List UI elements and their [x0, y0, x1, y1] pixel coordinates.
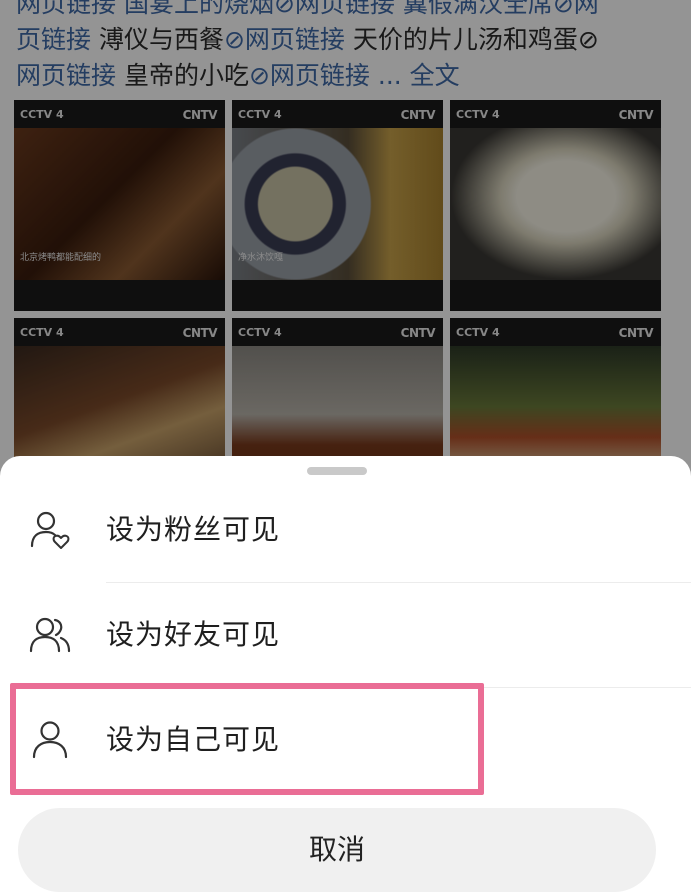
visibility-bottom-sheet: 设为粉丝可见 设为好友可见 设为自己可见 取消 — [0, 456, 691, 892]
option-fans-visible[interactable]: 设为粉丝可见 — [0, 478, 691, 582]
users-icon — [29, 617, 71, 653]
option-label: 设为粉丝可见 — [106, 513, 281, 546]
cancel-button[interactable]: 取消 — [18, 808, 656, 892]
user-heart-icon — [30, 511, 70, 549]
option-friends-visible[interactable]: 设为好友可见 — [0, 583, 691, 687]
sheet-drag-handle[interactable] — [307, 467, 367, 475]
option-label: 设为好友可见 — [106, 618, 281, 651]
highlight-box — [10, 683, 484, 795]
